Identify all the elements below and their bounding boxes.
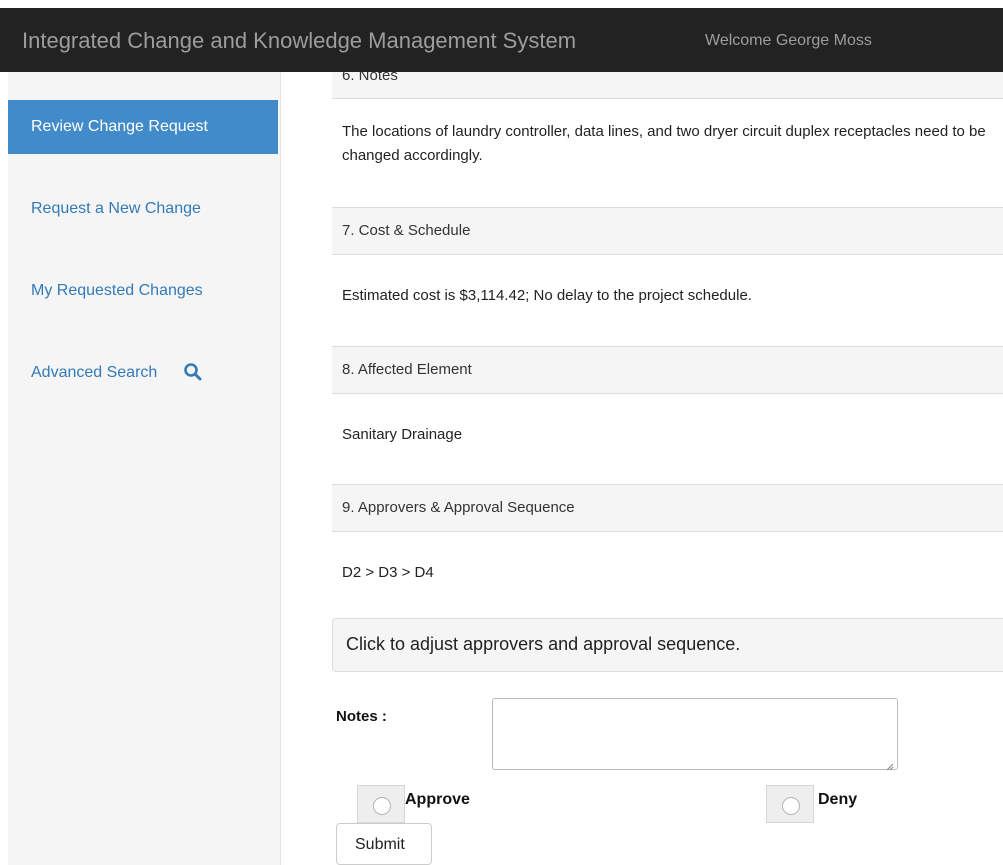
notes-textarea[interactable] [492, 698, 898, 771]
submit-button-label: Submit [355, 836, 405, 853]
app-title[interactable]: Integrated Change and Knowledge Manageme… [22, 28, 576, 54]
section-heading-text: 9. Approvers & Approval Sequence [342, 499, 575, 516]
section-heading-text: 7. Cost & Schedule [342, 222, 471, 239]
sidebar-item-label: Advanced Search [31, 364, 158, 381]
approve-radio[interactable] [357, 785, 405, 823]
section-heading-text: 8. Affected Element [342, 361, 472, 378]
section-body-cost-schedule: Estimated cost is $3,114.42; No delay to… [342, 287, 752, 304]
sidebar-item-my-requested-changes[interactable]: My Requested Changes [8, 264, 278, 318]
section-heading-approvers: 9. Approvers & Approval Sequence [332, 484, 1003, 532]
sidebar-item-request-new-change[interactable]: Request a New Change [8, 182, 278, 236]
top-navbar: Integrated Change and Knowledge Manageme… [0, 8, 1003, 72]
sidebar-item-review-change-request[interactable]: Review Change Request [8, 100, 278, 154]
resize-handle-icon[interactable] [886, 758, 894, 771]
notes-label: Notes : [336, 708, 387, 725]
deny-radio[interactable] [766, 785, 814, 823]
approve-label[interactable]: Approve [405, 791, 470, 809]
sidebar-item-label: Review Change Request [31, 118, 208, 135]
radio-circle-icon [782, 797, 800, 815]
radio-circle-icon [373, 797, 391, 815]
deny-label[interactable]: Deny [818, 791, 857, 809]
welcome-user[interactable]: Welcome George Moss [705, 32, 872, 50]
section-heading-notes: 6. Notes [332, 72, 1003, 99]
section-heading-affected-element: 8. Affected Element [332, 346, 1003, 394]
submit-button[interactable]: Submit [336, 823, 432, 865]
section-heading-cost-schedule: 7. Cost & Schedule [332, 207, 1003, 255]
section-body-affected-element: Sanitary Drainage [342, 426, 463, 443]
adjust-approvers-label: Click to adjust approvers and approval s… [346, 634, 741, 654]
sidebar: Review Change Request Request a New Chan… [8, 72, 281, 865]
sidebar-item-label: My Requested Changes [31, 282, 203, 299]
section-heading-text: 6. Notes [342, 72, 398, 84]
search-icon [183, 362, 203, 382]
section-body-notes: The locations of laundry controller, dat… [342, 123, 986, 164]
adjust-approvers-button[interactable]: Click to adjust approvers and approval s… [332, 618, 1003, 672]
sidebar-item-label: Request a New Change [31, 200, 201, 217]
section-body-approvers: D2 > D3 > D4 [342, 564, 434, 581]
sidebar-item-advanced-search[interactable]: Advanced Search [8, 346, 278, 400]
